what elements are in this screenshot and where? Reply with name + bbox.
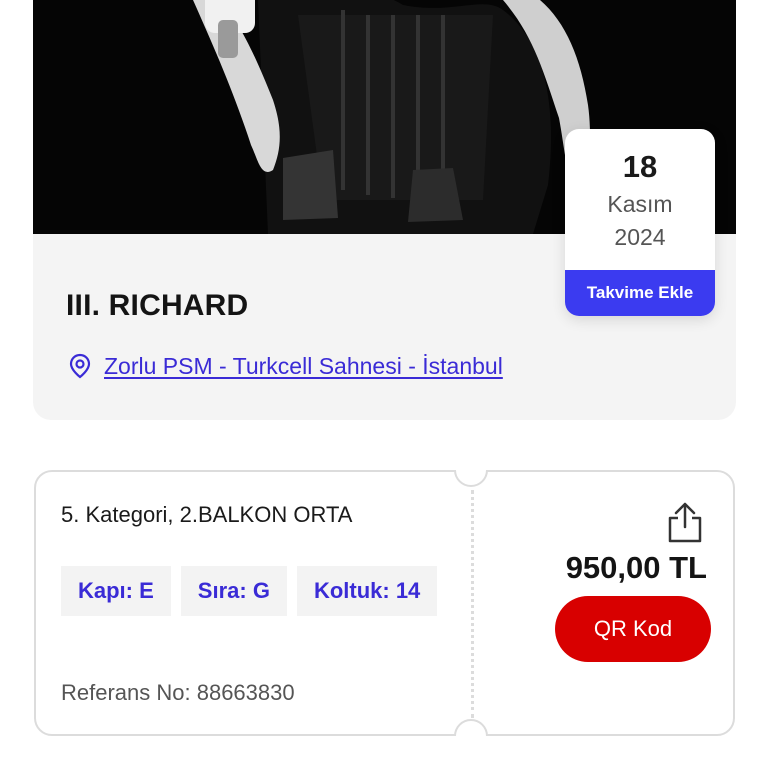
row-chip: Sıra: G: [180, 566, 287, 616]
ticket-category: 5. Kategori, 2.BALKON ORTA: [61, 502, 353, 527]
reference-number: Referans No: 88663830: [61, 680, 295, 705]
ticket-perforation-divider: [471, 490, 474, 718]
qr-code-button[interactable]: QR Kod: [555, 596, 711, 662]
add-to-calendar-button[interactable]: Takvime Ekle: [565, 270, 715, 316]
ticket-bottom-notch: [454, 719, 488, 736]
date-day: 18: [622, 149, 658, 184]
seat-chip: Koltuk: 14: [296, 566, 438, 616]
location-pin-icon: [69, 353, 91, 379]
date-year: 2024: [614, 224, 666, 250]
ticket-price: 950,00 TL: [565, 550, 707, 585]
gate-chip: Kapı: E: [61, 566, 171, 616]
ticket-card: 5. Kategori, 2.BALKON ORTA Kapı: E Sıra:…: [34, 470, 735, 736]
event-title: III. RICHARD: [66, 289, 249, 322]
venue-row[interactable]: Zorlu PSM - Turkcell Sahnesi - İstanbul: [66, 352, 503, 380]
event-date-card: 18 Kasım 2024 Takvime Ekle: [565, 129, 715, 316]
date-month: Kasım: [607, 191, 673, 217]
venue-link[interactable]: Zorlu PSM - Turkcell Sahnesi - İstanbul: [104, 353, 503, 380]
ticket-top-notch: [454, 470, 488, 487]
share-icon[interactable]: [666, 502, 704, 544]
seat-details: Kapı: E Sıra: G Koltuk: 14: [61, 566, 438, 616]
